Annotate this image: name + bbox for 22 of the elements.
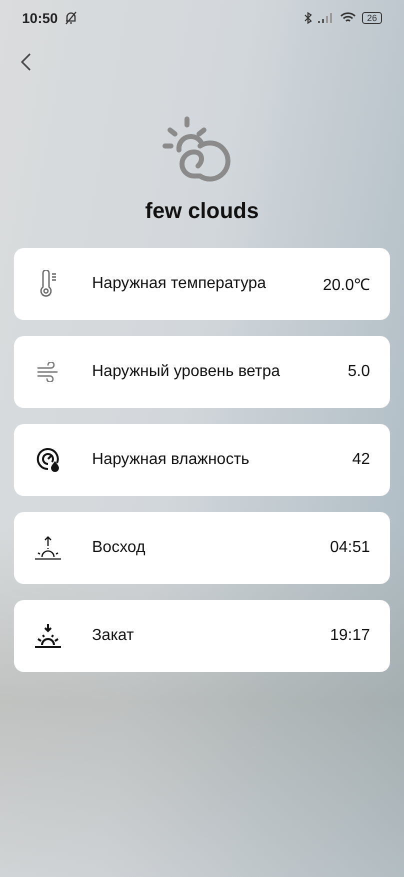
card-label: Восход bbox=[92, 539, 146, 557]
muted-bell-icon bbox=[64, 11, 78, 25]
card-value: 42 bbox=[352, 451, 370, 469]
card-label: Наружная влажность bbox=[92, 451, 250, 469]
battery-level: 26 bbox=[362, 12, 382, 24]
card-label: Закат bbox=[92, 627, 135, 645]
weather-description: few clouds bbox=[145, 198, 259, 224]
card-value: 20.0℃ bbox=[322, 276, 370, 295]
status-time: 10:50 bbox=[22, 10, 58, 26]
wifi-icon bbox=[340, 12, 356, 24]
card-value: 04:51 bbox=[330, 539, 370, 557]
wind-icon bbox=[36, 362, 60, 382]
gauge-drop-icon bbox=[35, 447, 61, 473]
sunset-icon bbox=[34, 623, 62, 649]
bluetooth-icon bbox=[304, 12, 312, 24]
card-label: Наружный уровень ветра bbox=[92, 363, 282, 381]
card-value: 5.0 bbox=[348, 363, 370, 381]
back-icon bbox=[21, 53, 31, 71]
card-value: 19:17 bbox=[330, 627, 370, 645]
card-label: Наружная температура bbox=[92, 275, 268, 293]
signal-icon bbox=[318, 13, 334, 23]
sunrise-icon bbox=[34, 535, 62, 561]
